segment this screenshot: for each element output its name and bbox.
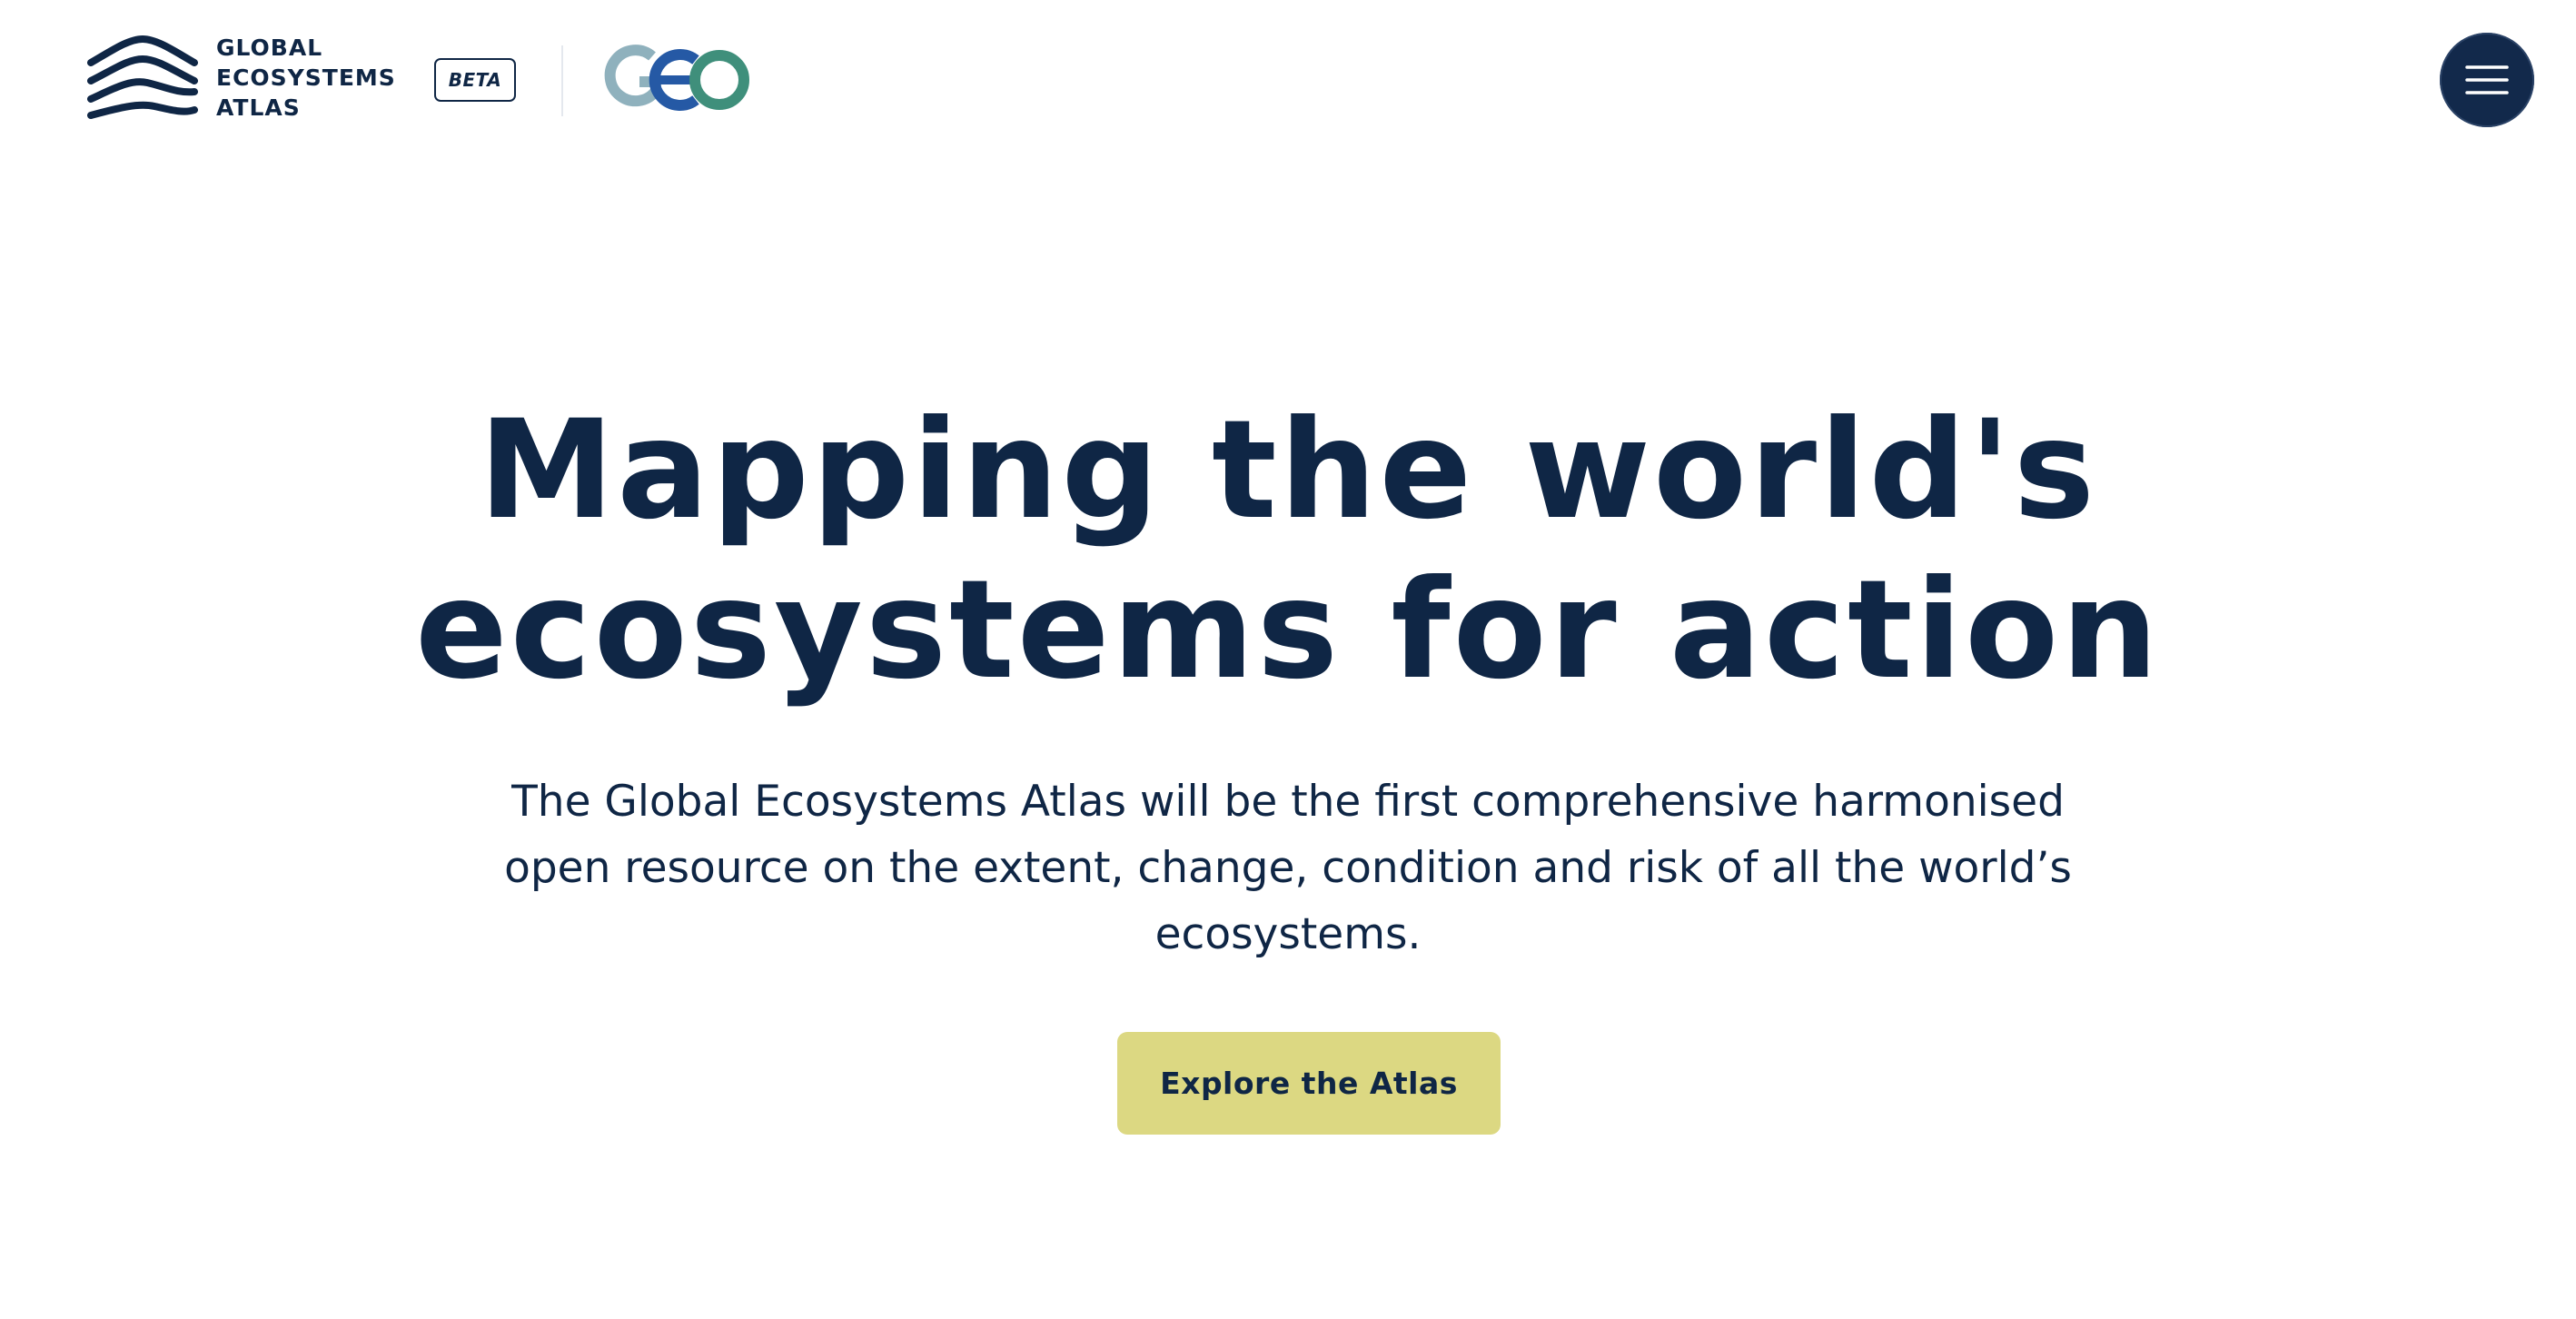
explore-atlas-button[interactable]: Explore the Atlas xyxy=(1117,1032,1501,1135)
site-header: GLOBAL ECOSYSTEMS ATLAS BETA xyxy=(0,0,2576,159)
geo-logo-g xyxy=(604,45,661,107)
brand-line-3: ATLAS xyxy=(216,94,301,121)
hero-description: The Global Ecosystems Atlas will be the … xyxy=(504,777,2072,959)
brand-line-2: ECOSYSTEMS xyxy=(216,64,396,91)
menu-button[interactable] xyxy=(2440,33,2534,127)
geo-logo-o xyxy=(689,50,749,110)
header-divider xyxy=(561,45,563,116)
hamburger-icon xyxy=(2465,65,2509,94)
page: GLOBAL ECOSYSTEMS ATLAS BETA Mapping the… xyxy=(0,0,2576,1319)
beta-badge: BETA xyxy=(434,58,516,102)
hero-title: Mapping the world's ecosystems for actio… xyxy=(380,391,2196,710)
geo-logo[interactable] xyxy=(599,44,750,116)
brand-line-1: GLOBAL xyxy=(216,35,323,61)
brand-home-link[interactable]: GLOBAL ECOSYSTEMS ATLAS xyxy=(87,33,396,123)
hero-title-line-2: ecosystems for action xyxy=(415,551,2161,709)
waves-icon xyxy=(87,35,198,119)
brand-wordmark: GLOBAL ECOSYSTEMS ATLAS xyxy=(216,33,396,123)
hero-title-line-1: Mapping the world's xyxy=(478,392,2098,550)
